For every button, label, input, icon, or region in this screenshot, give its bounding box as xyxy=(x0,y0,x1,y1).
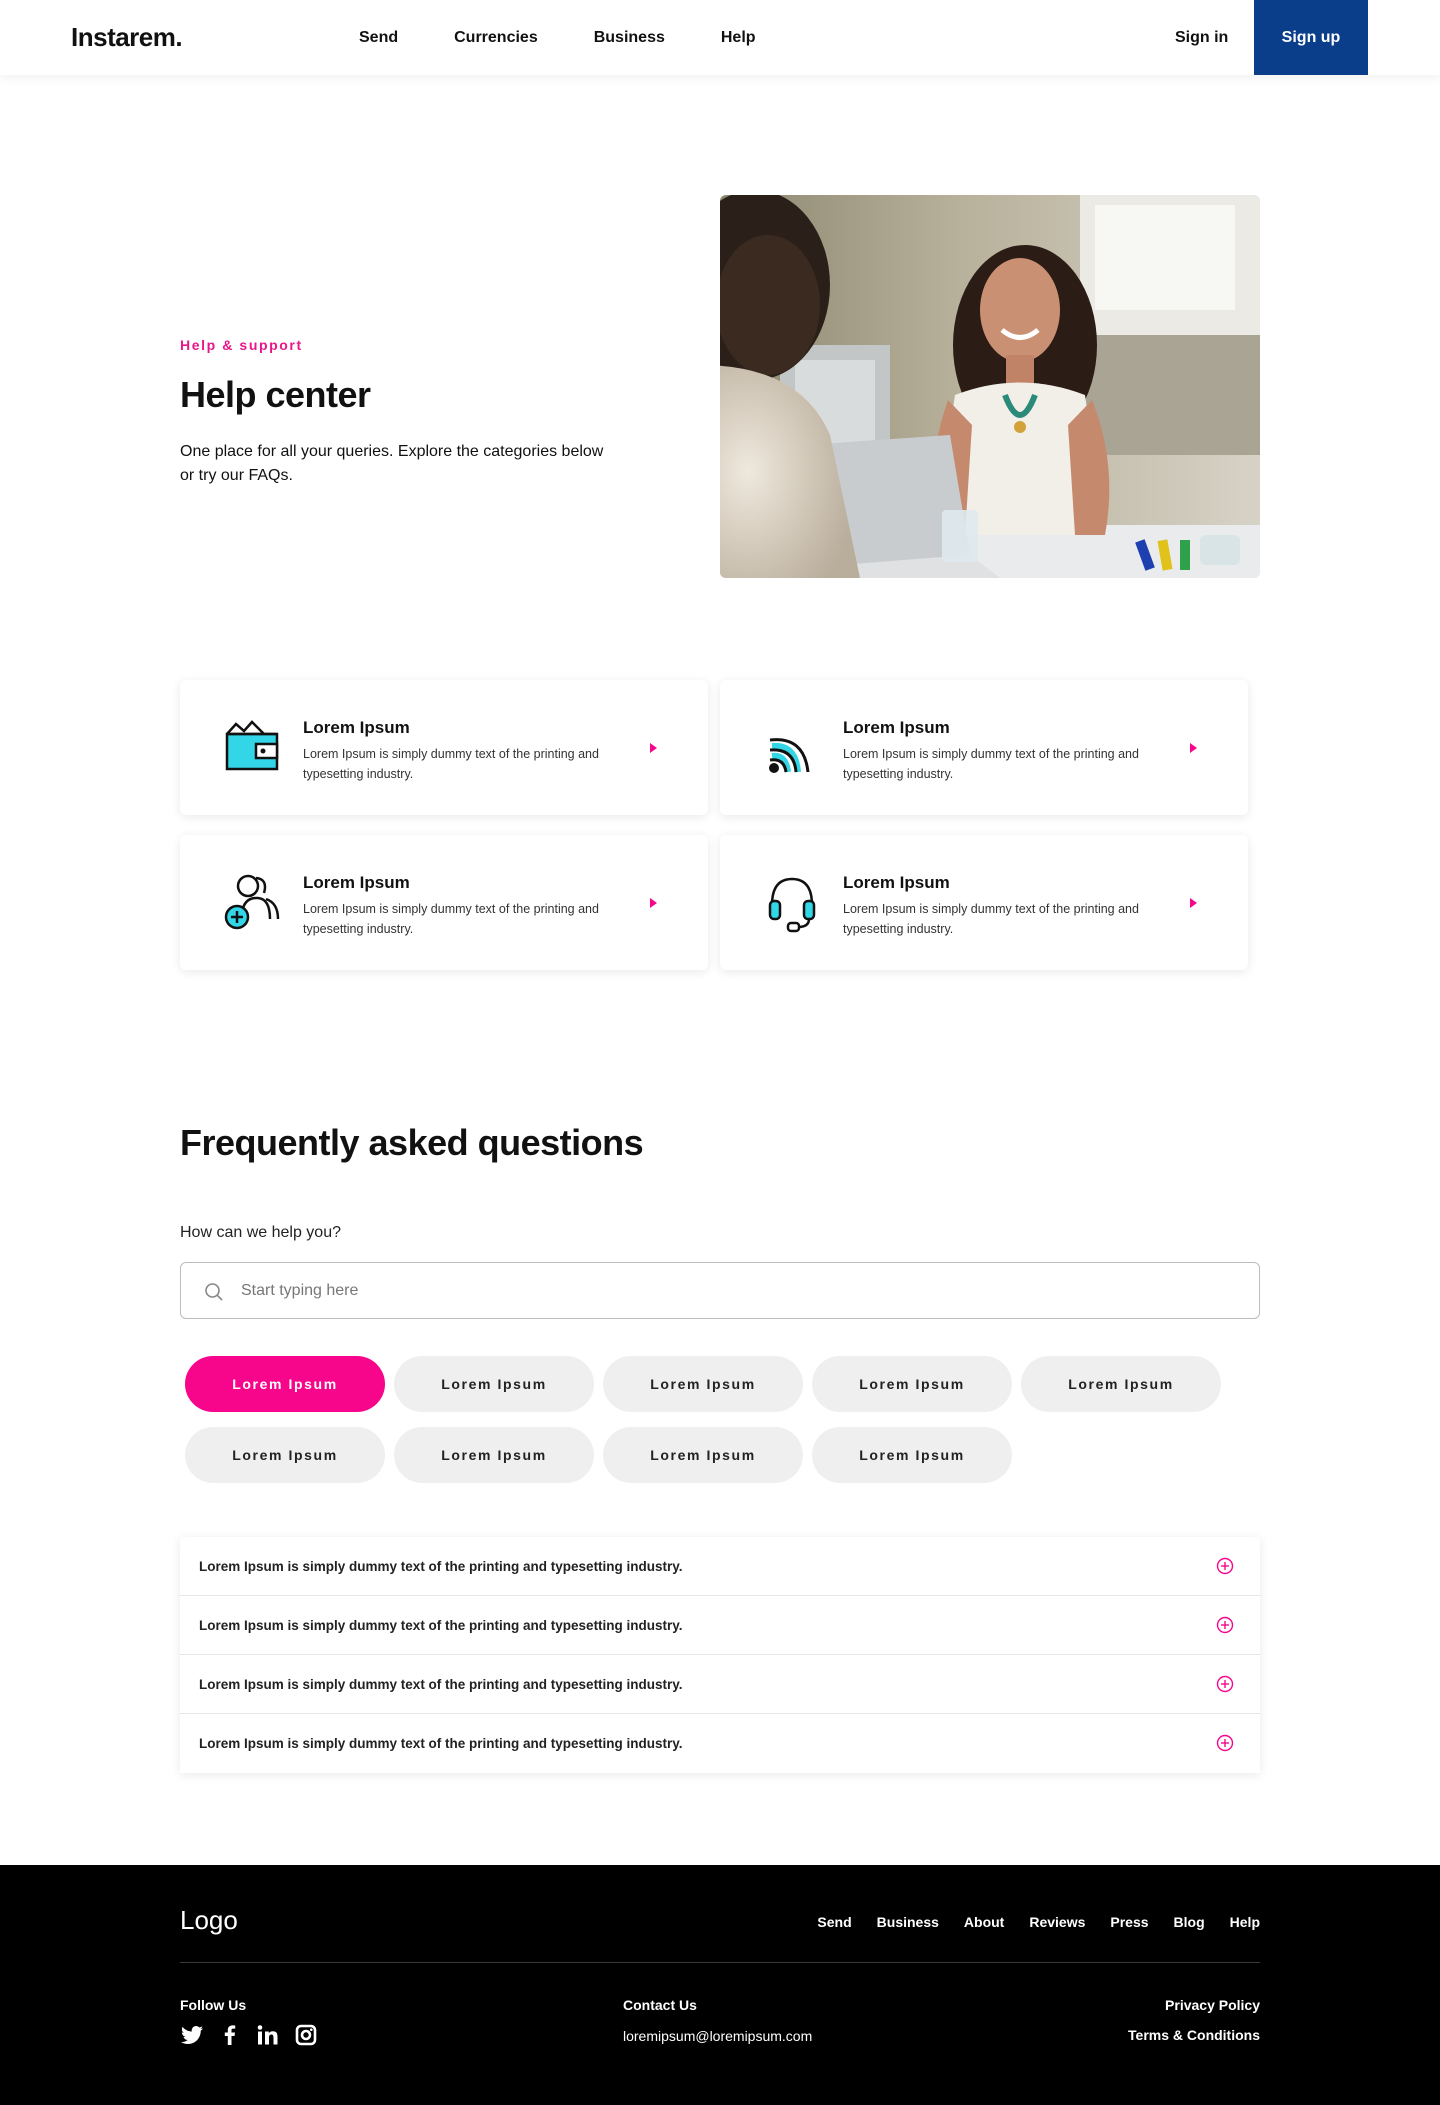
arrow-right-icon xyxy=(1188,896,1198,908)
footer-logo[interactable]: Logo xyxy=(180,1905,238,1936)
hero-eyebrow: Help & support xyxy=(180,337,303,353)
search-icon xyxy=(204,1282,224,1302)
footer-nav-help[interactable]: Help xyxy=(1230,1914,1260,1930)
arrow-right-icon xyxy=(648,741,658,753)
category-card[interactable]: Lorem Ipsum Lorem Ipsum is simply dummy … xyxy=(180,680,708,815)
footer-divider xyxy=(180,1962,1260,1963)
category-text: Lorem Ipsum is simply dummy text of the … xyxy=(303,902,599,936)
headset-icon xyxy=(762,873,822,933)
category-text: Lorem Ipsum is simply dummy text of the … xyxy=(303,747,599,781)
instagram-icon[interactable] xyxy=(294,2023,318,2047)
legal-links: Privacy Policy Terms & Conditions xyxy=(1060,1997,1260,2043)
signal-icon xyxy=(762,718,822,778)
faq-question: Lorem Ipsum is simply dummy text of the … xyxy=(199,1736,683,1751)
terms-link[interactable]: Terms & Conditions xyxy=(1060,2027,1260,2043)
contact-email[interactable]: loremipsum@loremipsum.com xyxy=(623,2028,812,2044)
brand-logo[interactable]: Instarem. xyxy=(71,22,183,53)
users-add-icon xyxy=(222,873,282,933)
expand-plus-icon[interactable] xyxy=(1216,1557,1234,1575)
filter-chip-active[interactable]: Lorem Ipsum xyxy=(185,1356,385,1412)
filter-chip[interactable]: Lorem Ipsum xyxy=(812,1427,1012,1483)
social-links xyxy=(180,2023,332,2047)
nav-help[interactable]: Help xyxy=(721,29,756,47)
filter-chip[interactable]: Lorem Ipsum xyxy=(394,1356,594,1412)
privacy-policy-link[interactable]: Privacy Policy xyxy=(1060,1997,1260,2013)
main-nav: Send Currencies Business Help xyxy=(359,29,812,47)
faq-item[interactable]: Lorem Ipsum is simply dummy text of the … xyxy=(180,1537,1260,1596)
faq-question: Lorem Ipsum is simply dummy text of the … xyxy=(199,1618,683,1633)
page-title: Help center xyxy=(180,374,371,415)
filter-chip[interactable]: Lorem Ipsum xyxy=(1021,1356,1221,1412)
expand-plus-icon[interactable] xyxy=(1216,1616,1234,1634)
search-box xyxy=(180,1262,1260,1319)
contact-label: Contact Us xyxy=(623,1997,697,2013)
filter-chip[interactable]: Lorem Ipsum xyxy=(603,1356,803,1412)
footer-nav-press[interactable]: Press xyxy=(1110,1914,1148,1930)
faq-accordion: Lorem Ipsum is simply dummy text of the … xyxy=(180,1537,1260,1773)
faq-title: Frequently asked questions xyxy=(180,1122,644,1163)
site-footer: Logo Send Business About Reviews Press B… xyxy=(0,1865,1440,2105)
wallet-icon xyxy=(222,718,282,778)
filter-chip[interactable]: Lorem Ipsum xyxy=(185,1427,385,1483)
nav-currencies[interactable]: Currencies xyxy=(454,29,538,47)
category-card[interactable]: Lorem Ipsum Lorem Ipsum is simply dummy … xyxy=(720,835,1248,970)
signup-button[interactable]: Sign up xyxy=(1254,0,1368,75)
follow-label: Follow Us xyxy=(180,1997,247,2013)
hero-photo xyxy=(720,195,1260,578)
search-label: How can we help you? xyxy=(180,1224,341,1241)
faq-item[interactable]: Lorem Ipsum is simply dummy text of the … xyxy=(180,1655,1260,1714)
arrow-right-icon xyxy=(648,896,658,908)
category-text: Lorem Ipsum is simply dummy text of the … xyxy=(843,747,1139,781)
category-text: Lorem Ipsum is simply dummy text of the … xyxy=(843,902,1139,936)
faq-item[interactable]: Lorem Ipsum is simply dummy text of the … xyxy=(180,1714,1260,1773)
category-card[interactable]: Lorem Ipsum Lorem Ipsum is simply dummy … xyxy=(720,680,1248,815)
facebook-icon[interactable] xyxy=(218,2023,242,2047)
footer-nav-blog[interactable]: Blog xyxy=(1174,1914,1205,1930)
expand-plus-icon[interactable] xyxy=(1216,1675,1234,1693)
site-header: Instarem. Send Currencies Business Help … xyxy=(0,0,1440,75)
filter-chip[interactable]: Lorem Ipsum xyxy=(394,1427,594,1483)
expand-plus-icon[interactable] xyxy=(1216,1734,1234,1752)
signin-link[interactable]: Sign in xyxy=(1175,29,1228,47)
category-title: Lorem Ipsum xyxy=(843,873,950,892)
faq-question: Lorem Ipsum is simply dummy text of the … xyxy=(199,1677,683,1692)
category-title: Lorem Ipsum xyxy=(303,873,410,892)
search-input[interactable] xyxy=(241,1263,1241,1318)
category-title: Lorem Ipsum xyxy=(843,718,950,737)
arrow-right-icon xyxy=(1188,741,1198,753)
footer-nav-about[interactable]: About xyxy=(964,1914,1004,1930)
filter-chip[interactable]: Lorem Ipsum xyxy=(812,1356,1012,1412)
twitter-icon[interactable] xyxy=(180,2023,204,2047)
faq-question: Lorem Ipsum is simply dummy text of the … xyxy=(199,1559,683,1574)
footer-nav-business[interactable]: Business xyxy=(877,1914,939,1930)
category-title: Lorem Ipsum xyxy=(303,718,410,737)
footer-nav-send[interactable]: Send xyxy=(817,1914,851,1930)
category-card[interactable]: Lorem Ipsum Lorem Ipsum is simply dummy … xyxy=(180,835,708,970)
nav-business[interactable]: Business xyxy=(594,29,665,47)
linkedin-icon[interactable] xyxy=(256,2023,280,2047)
nav-send[interactable]: Send xyxy=(359,29,398,47)
footer-nav-reviews[interactable]: Reviews xyxy=(1029,1914,1085,1930)
filter-chip[interactable]: Lorem Ipsum xyxy=(603,1427,803,1483)
faq-item[interactable]: Lorem Ipsum is simply dummy text of the … xyxy=(180,1596,1260,1655)
hero-description: One place for all your queries. Explore … xyxy=(180,443,604,484)
footer-nav: Send Business About Reviews Press Blog H… xyxy=(792,1914,1260,1930)
